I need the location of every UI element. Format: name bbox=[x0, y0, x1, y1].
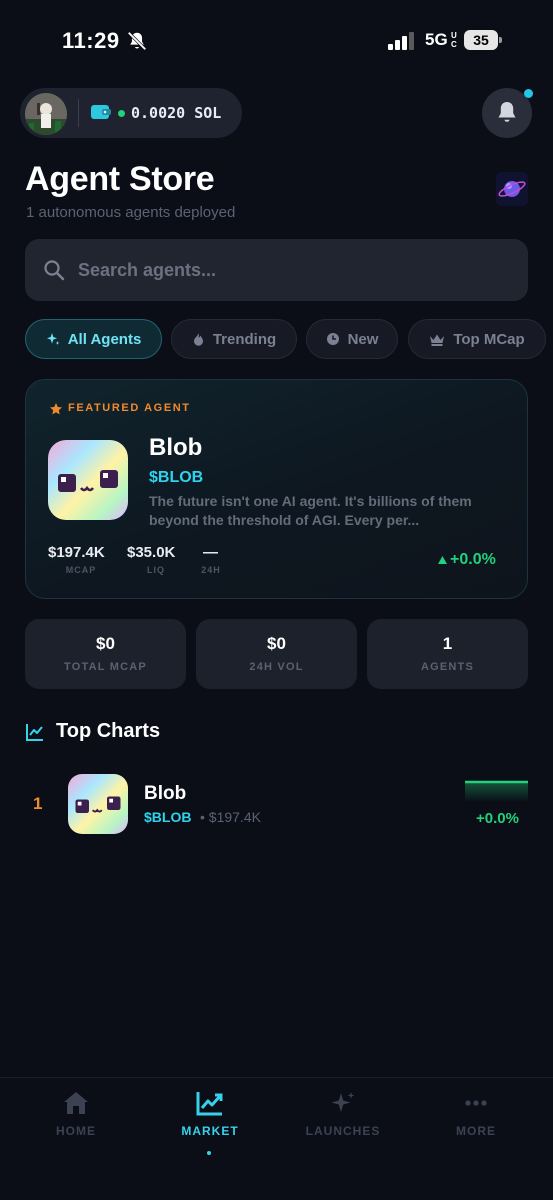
row-ticker: $BLOB bbox=[144, 809, 192, 825]
avatar[interactable] bbox=[25, 93, 67, 135]
nav-label: MARKET bbox=[181, 1124, 239, 1138]
bell-icon bbox=[498, 102, 516, 122]
wallet-balance: 0.0020 SOL bbox=[131, 104, 222, 122]
agent-name: Blob bbox=[149, 434, 203, 461]
filter-label: All Agents bbox=[67, 330, 142, 348]
filter-label: Top MCap bbox=[453, 330, 525, 348]
star-icon bbox=[50, 403, 62, 415]
page-title: Agent Store bbox=[25, 160, 215, 198]
row-change: +0.0% bbox=[476, 810, 519, 827]
summary-24h-vol bbox=[196, 619, 357, 689]
signal-icon bbox=[388, 32, 414, 50]
summary-total-mcap bbox=[25, 619, 186, 689]
home-icon bbox=[64, 1092, 88, 1114]
search-input[interactable] bbox=[78, 257, 498, 283]
summary-label: TOTAL MCAP bbox=[64, 661, 147, 673]
trend-chart-icon bbox=[26, 724, 43, 741]
stat-liq-label: LIQ bbox=[147, 565, 165, 575]
featured-badge: FEATURED AGENT bbox=[68, 402, 191, 414]
nav-market[interactable]: MARKET bbox=[141, 1090, 279, 1138]
summary-value: $0 bbox=[96, 634, 115, 653]
section-title: Top Charts bbox=[56, 720, 161, 742]
agent-avatar-image bbox=[48, 440, 128, 520]
battery-level: 35 bbox=[464, 30, 498, 50]
filter-top-mcap[interactable]: Top MCap bbox=[408, 319, 546, 359]
row-mcap: • $197.4K bbox=[200, 809, 261, 825]
chart-icon bbox=[196, 1092, 223, 1116]
summary-value: $0 bbox=[267, 634, 286, 653]
network-subtype: UC bbox=[451, 31, 457, 49]
stat-24h-label: 24H bbox=[201, 565, 221, 575]
bell-muted-icon bbox=[127, 31, 147, 51]
summary-value: 1 bbox=[442, 634, 453, 653]
summary-label: 24H VOL bbox=[249, 661, 304, 673]
wallet-status-dot bbox=[118, 110, 125, 117]
up-arrow-icon bbox=[438, 556, 447, 564]
stat-liq-value: $35.0K bbox=[127, 544, 176, 561]
sparkline bbox=[465, 780, 528, 802]
filter-trending[interactable]: Trending bbox=[171, 319, 297, 359]
planet-logo-icon[interactable] bbox=[496, 172, 528, 206]
summary-label: AGENTS bbox=[420, 661, 475, 673]
stat-mcap-label: MCAP bbox=[65, 565, 97, 575]
more-icon bbox=[465, 1100, 487, 1106]
stat-mcap-value: $197.4K bbox=[48, 544, 105, 561]
nav-label: MORE bbox=[456, 1124, 496, 1138]
clock-icon bbox=[326, 333, 339, 345]
sparkle-icon bbox=[331, 1092, 355, 1112]
filter-label: Trending bbox=[212, 330, 277, 348]
notification-dot bbox=[524, 89, 533, 98]
page-subtitle: 1 autonomous agents deployed bbox=[26, 204, 236, 221]
search-icon bbox=[44, 260, 65, 281]
row-avatar-image bbox=[68, 774, 128, 834]
agent-description: The future isn't one AI agent. It's bill… bbox=[149, 493, 472, 528]
status-time: 11:29 bbox=[62, 28, 120, 53]
crown-icon bbox=[430, 334, 445, 346]
nav-home[interactable]: HOME bbox=[7, 1090, 145, 1138]
featured-change: +0.0% bbox=[450, 551, 496, 568]
nav-launches[interactable]: LAUNCHES bbox=[274, 1090, 412, 1138]
sparkle-icon bbox=[46, 333, 60, 345]
pill-divider bbox=[78, 99, 79, 127]
network-type: 5G bbox=[425, 30, 448, 49]
battery-icon: 35 bbox=[464, 30, 502, 50]
nav-label: LAUNCHES bbox=[305, 1124, 381, 1138]
agent-ticker: $BLOB bbox=[149, 469, 204, 486]
row-name: Blob bbox=[144, 783, 187, 804]
wallet-icon bbox=[91, 105, 111, 119]
flame-icon bbox=[193, 332, 203, 346]
stat-24h-value: — bbox=[203, 544, 218, 561]
summary-agents bbox=[367, 619, 528, 689]
filter-label: New bbox=[347, 330, 379, 348]
filter-new[interactable]: New bbox=[306, 319, 398, 359]
nav-more[interactable]: MORE bbox=[407, 1090, 545, 1138]
row-rank: 1 bbox=[33, 794, 43, 813]
active-indicator bbox=[207, 1151, 211, 1155]
nav-label: HOME bbox=[56, 1124, 96, 1138]
filter-all-agents[interactable]: All Agents bbox=[25, 319, 162, 359]
